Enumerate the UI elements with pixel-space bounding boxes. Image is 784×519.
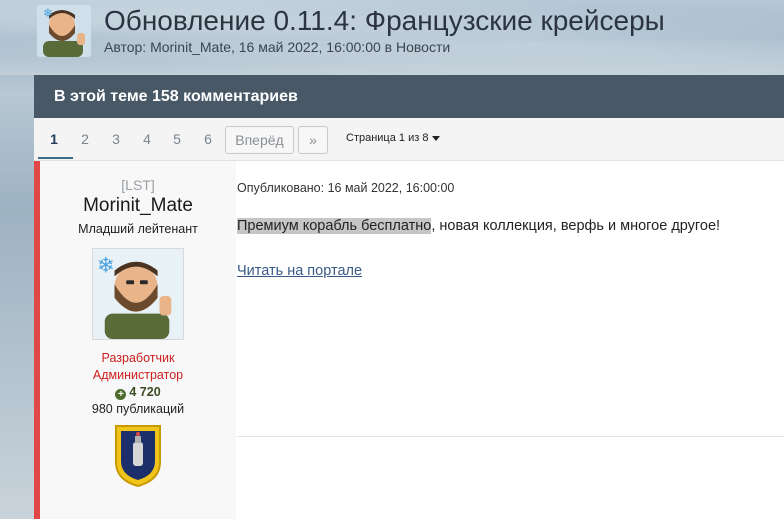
clan-badge-icon — [115, 425, 161, 488]
page-2-link[interactable]: 2 — [72, 129, 98, 149]
post-text-rest: , новая коллекция, верфь и многое другое… — [431, 218, 721, 234]
author-publications: 980 публикаций — [91, 402, 185, 416]
author-reputation: +4 720 — [40, 385, 236, 400]
last-page-button[interactable]: » — [298, 126, 328, 154]
author-name[interactable]: Morinit_Mate — [40, 195, 236, 217]
svg-text:❄: ❄ — [97, 253, 115, 278]
post-text-highlight: Премиум корабль бесплатно — [237, 218, 432, 234]
caret-down-icon — [432, 135, 441, 141]
read-on-portal-link[interactable]: Читать на портале — [237, 263, 362, 279]
topic-author-avatar[interactable]: ❄ — [35, 3, 93, 59]
page-5-link[interactable]: 5 — [164, 129, 190, 149]
topic-hero: ❄ Обновление 0.11.4: Французские крейсер… — [0, 0, 784, 75]
page-6-link[interactable]: 6 — [195, 129, 221, 149]
page-4-link[interactable]: 4 — [134, 129, 160, 149]
plus-circle-icon: + — [115, 389, 127, 400]
page-1-link[interactable]: 1 — [38, 129, 73, 159]
page-3-link[interactable]: 3 — [103, 129, 129, 149]
post-text: Премиум корабль бесплатно, новая коллекц… — [237, 218, 720, 234]
author-column: [LST] Morinit_Mate Младший лейтенант ❄ Р… — [40, 161, 236, 519]
panel-header: В этой теме 158 комментариев — [34, 75, 784, 118]
comments-panel: В этой теме 158 комментариев 1 2 3 4 5 6… — [34, 75, 784, 519]
pagination: 1 2 3 4 5 6 Вперёд » Страница 1 из 8 — [34, 118, 784, 161]
author-group-developer: Разработчик — [101, 351, 175, 365]
author-avatar[interactable]: ❄ — [92, 248, 184, 340]
reputation-value: 4 720 — [129, 385, 161, 399]
post: [LST] Morinit_Mate Младший лейтенант ❄ Р… — [34, 161, 784, 519]
author-rank: Младший лейтенант — [78, 222, 198, 236]
page-indicator-label: Страница 1 из 8 — [346, 132, 429, 144]
next-page-button[interactable]: Вперёд — [225, 126, 294, 154]
author-clan-tag[interactable]: [LST] — [40, 177, 236, 193]
post-date: Опубликовано: 16 май 2022, 16:00:00 — [237, 181, 455, 195]
svg-text:❄: ❄ — [43, 6, 53, 20]
page-indicator-dropdown[interactable]: Страница 1 из 8 — [346, 132, 441, 144]
post-divider — [237, 436, 784, 437]
author-group-admin: Администратор — [92, 368, 184, 382]
topic-title: Обновление 0.11.4: Французские крейсеры — [104, 5, 665, 36]
topic-meta: Автор: Morinit_Mate, 16 май 2022, 16:00:… — [104, 39, 451, 55]
